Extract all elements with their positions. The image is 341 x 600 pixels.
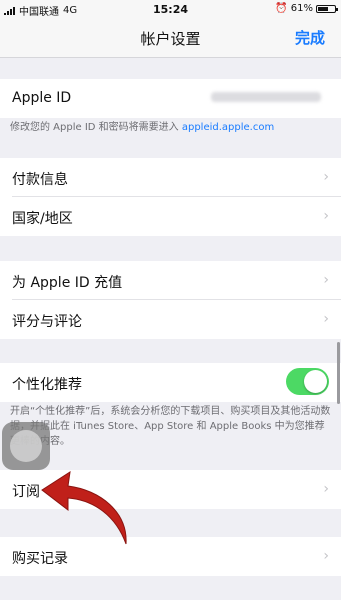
personalization-footnote: 开启“个性化推荐”后，系统会分析您的下载项目、购买项目及其他活动数据，并据此在 …	[10, 406, 331, 447]
chevron-right-icon: ›	[323, 208, 329, 224]
navigation-bar: 帐户设置 完成	[0, 18, 341, 58]
alarm-icon: ⏰	[275, 3, 288, 14]
payment-info-label: 付款信息	[12, 172, 68, 188]
assistive-touch-ring	[10, 430, 42, 462]
apple-id-footnote-text: 修改您的 Apple ID 和密码将需要进入	[10, 122, 182, 133]
curved-arrow-icon	[41, 470, 127, 545]
chevron-right-icon: ›	[323, 169, 329, 185]
apple-id-row[interactable]: Apple ID	[0, 79, 341, 118]
scrollbar[interactable]	[337, 342, 340, 404]
country-region-label: 国家/地区	[12, 211, 73, 227]
sidebar-item-payment-info[interactable]: 付款信息 ›	[0, 158, 341, 197]
topup-label: 为 Apple ID 充值	[12, 275, 123, 291]
chevron-right-icon: ›	[323, 311, 329, 327]
country-region-row[interactable]: 国家/地区 ›	[0, 197, 341, 236]
assistive-touch-icon[interactable]	[2, 422, 50, 470]
chevron-right-icon: ›	[323, 272, 329, 288]
done-button[interactable]: 完成	[295, 27, 325, 48]
subscriptions-label: 订阅	[12, 484, 40, 500]
topup-apple-id-row[interactable]: 为 Apple ID 充值 ›	[0, 261, 341, 300]
appleid-link[interactable]: appleid.apple.com	[182, 122, 274, 133]
personalized-recommendations-toggle[interactable]	[286, 368, 329, 395]
apple-id-footnote: 修改您的 Apple ID 和密码将需要进入 appleid.apple.com	[10, 120, 332, 135]
chevron-right-icon: ›	[323, 548, 329, 564]
apple-id-label: Apple ID	[12, 90, 72, 106]
ratings-reviews-label: 评分与评论	[12, 314, 82, 330]
battery-icon	[316, 4, 338, 13]
page-title: 帐户设置	[140, 30, 201, 48]
status-right: ⏰ 61%	[275, 3, 338, 14]
apple-id-value-blurred	[211, 92, 321, 102]
battery-level	[318, 6, 328, 11]
battery-percent: 61%	[290, 3, 313, 14]
ratings-reviews-row[interactable]: 评分与评论 ›	[0, 300, 341, 339]
personalized-recommendations-row: 个性化推荐	[0, 363, 341, 402]
status-bar: 中国联通 4G 15:24 ⏰ 61%	[0, 0, 341, 18]
personalized-recommendations-label: 个性化推荐	[12, 377, 82, 393]
chevron-right-icon: ›	[323, 481, 329, 497]
purchase-history-label: 购买记录	[12, 551, 68, 567]
toggle-knob	[304, 370, 327, 393]
